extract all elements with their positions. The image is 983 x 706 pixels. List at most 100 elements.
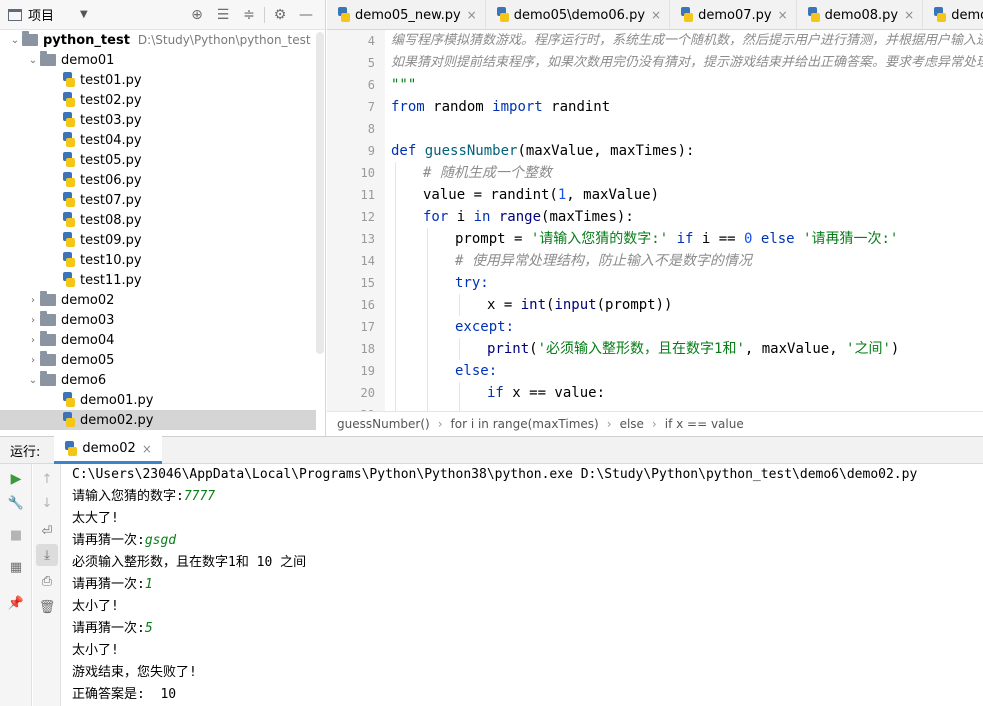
tree-file[interactable]: test08.py xyxy=(0,210,316,230)
python-file-icon xyxy=(62,152,76,168)
chevron-right-icon[interactable]: › xyxy=(26,355,40,366)
tree-scrollbar[interactable] xyxy=(316,32,324,354)
console-user-input: 7777 xyxy=(183,489,216,504)
close-icon[interactable]: × xyxy=(467,8,477,22)
soft-wrap-icon[interactable]: ⏎ xyxy=(36,520,58,542)
locate-icon[interactable]: ⊕ xyxy=(184,0,210,30)
tree-file[interactable]: test03.py xyxy=(0,110,316,130)
breadcrumb-item[interactable]: else xyxy=(620,417,644,431)
project-title[interactable]: 项目 xyxy=(28,5,54,24)
chevron-down-icon[interactable]: ⌄ xyxy=(26,375,40,386)
tab-label: demo08.py xyxy=(824,7,899,23)
chevron-down-icon[interactable]: ⌄ xyxy=(8,35,22,46)
tree-file[interactable]: test10.py xyxy=(0,250,316,270)
tree-file-demo01[interactable]: demo01.py xyxy=(0,390,316,410)
wrench-icon[interactable]: 🔧 xyxy=(5,492,27,514)
folder-icon xyxy=(40,51,56,66)
breadcrumb-item[interactable]: for i in range(maxTimes) xyxy=(451,417,599,431)
code-line: if x == value: xyxy=(487,385,606,401)
console-text: 太小了! xyxy=(72,599,119,614)
tree-file[interactable]: test06.py xyxy=(0,170,316,190)
code-editor[interactable]: 4 5 6 7 8 9 10 11 12 13 14 15 16 17 18 19 20 21 编写程序模拟猜数游… xyxy=(327,30,983,411)
tree-folder-demo04[interactable]: › demo04 xyxy=(0,330,316,350)
tree-file[interactable]: test01.py xyxy=(0,70,316,90)
tree-file[interactable]: test09.py xyxy=(0,230,316,250)
tree-root[interactable]: ⌄ python_test D:\Study\Python\python_tes… xyxy=(0,30,316,50)
console-user-input: 1 xyxy=(144,577,153,592)
scroll-to-end-icon[interactable]: ⤓ xyxy=(36,544,58,566)
breadcrumb: guessNumber() › for i in range(maxTimes) › e… xyxy=(327,411,983,436)
code-line: x = int(input(prompt)) xyxy=(487,297,673,313)
python-file-icon xyxy=(62,172,76,188)
close-icon[interactable]: × xyxy=(142,442,152,456)
pin-icon[interactable]: 📌 xyxy=(5,592,27,614)
arrow-down-icon[interactable]: ↓ xyxy=(36,492,58,514)
tab-label: demo01.py xyxy=(951,7,983,23)
console-line: 请再猜一次:1 xyxy=(72,574,983,596)
console-output[interactable]: C:\Users\23046\AppData\Local\Programs\Py… xyxy=(62,464,983,706)
tree-file[interactable]: test02.py xyxy=(0,90,316,110)
editor-tab[interactable]: demo05_new.py × xyxy=(327,0,486,29)
console-line: 请再猜一次:5 xyxy=(72,618,983,640)
editor-tab[interactable]: demo01.py× xyxy=(923,0,983,29)
code-line: def guessNumber(maxValue, maxTimes): xyxy=(391,143,695,159)
tree-file[interactable]: test05.py xyxy=(0,150,316,170)
tree-file-demo02[interactable]: demo02.py xyxy=(0,410,316,430)
editor-tab[interactable]: demo07.py × xyxy=(670,0,797,29)
indent-guide xyxy=(459,382,460,411)
close-icon[interactable]: × xyxy=(904,8,914,22)
editor-tab[interactable]: demo08.py × xyxy=(797,0,924,29)
folder-icon xyxy=(40,311,56,326)
tree-folder-demo05[interactable]: › demo05 xyxy=(0,350,316,370)
tree-file[interactable]: test07.py xyxy=(0,190,316,210)
rerun-icon[interactable]: ▶ xyxy=(5,468,27,490)
breadcrumb-item[interactable]: if x == value xyxy=(665,417,744,431)
collapse-all-icon[interactable]: ≑ xyxy=(236,0,262,30)
code-line: from random import randint xyxy=(391,99,611,115)
editor-tabs: demo05_new.py × demo05\demo06.py × demo07.py… xyxy=(327,0,983,30)
stop-icon[interactable]: ■ xyxy=(5,524,27,546)
run-tab-label: demo02 xyxy=(82,441,136,456)
python-file-icon xyxy=(64,440,78,457)
close-icon[interactable]: × xyxy=(651,8,661,22)
code-line: value = randint(1, maxValue) xyxy=(423,187,660,203)
tree-folder-demo02[interactable]: › demo02 xyxy=(0,290,316,310)
tree-file[interactable]: test11.py xyxy=(0,270,316,290)
chevron-down-icon[interactable]: ▼ xyxy=(80,9,88,20)
run-tab[interactable]: demo02 × xyxy=(54,436,162,464)
minimize-icon[interactable]: — xyxy=(293,0,319,30)
tree-folder-demo01[interactable]: ⌄ demo01 xyxy=(0,50,316,70)
console-text: 太大了! xyxy=(72,511,119,526)
run-toolbar: ▶ 🔧 ■ ▦ 📌 xyxy=(0,464,32,706)
folder-icon xyxy=(40,351,56,366)
python-file-icon xyxy=(62,72,76,88)
console-user-input: gsgd xyxy=(144,533,177,548)
root-path: D:\Study\Python\python_test xyxy=(137,33,311,47)
arrow-up-icon[interactable]: ↑ xyxy=(36,468,58,490)
print-icon[interactable]: ⎙ xyxy=(36,570,58,592)
console-line: 请输入您猜的数字:7777 xyxy=(72,486,983,508)
python-file-icon xyxy=(337,7,351,23)
chevron-right-icon[interactable]: › xyxy=(26,315,40,326)
gear-icon[interactable]: ⚙ xyxy=(267,0,293,30)
breadcrumb-item[interactable]: guessNumber() xyxy=(337,417,430,431)
trash-icon[interactable]: 🗑 xyxy=(36,596,58,618)
tree-folder-demo03[interactable]: › demo03 xyxy=(0,310,316,330)
file-label: test09.py xyxy=(80,232,142,248)
indent-guide xyxy=(459,294,460,316)
tree-folder-demo6[interactable]: ⌄ demo6 xyxy=(0,370,316,390)
layout-icon[interactable]: ▦ xyxy=(5,556,27,578)
python-file-icon xyxy=(62,272,76,288)
tree-file[interactable]: test04.py xyxy=(0,130,316,150)
close-icon[interactable]: × xyxy=(778,8,788,22)
line-number: 19 xyxy=(360,364,375,378)
editor-tab[interactable]: demo05\demo06.py × xyxy=(486,0,671,29)
console-text: 正确答案是: 10 xyxy=(72,687,177,702)
chevron-down-icon[interactable]: ⌄ xyxy=(26,55,40,66)
project-panel: 项目 ▼ ⊕ ☰ ≑ ⚙ — ⌄ python_test D:\Study\Py… xyxy=(0,0,326,436)
chevron-right-icon[interactable]: › xyxy=(26,295,40,306)
indent-guide xyxy=(459,338,460,360)
chevron-right-icon[interactable]: › xyxy=(26,335,40,346)
console-text: 游戏结束，您失败了! xyxy=(72,665,197,680)
expand-all-icon[interactable]: ☰ xyxy=(210,0,236,30)
